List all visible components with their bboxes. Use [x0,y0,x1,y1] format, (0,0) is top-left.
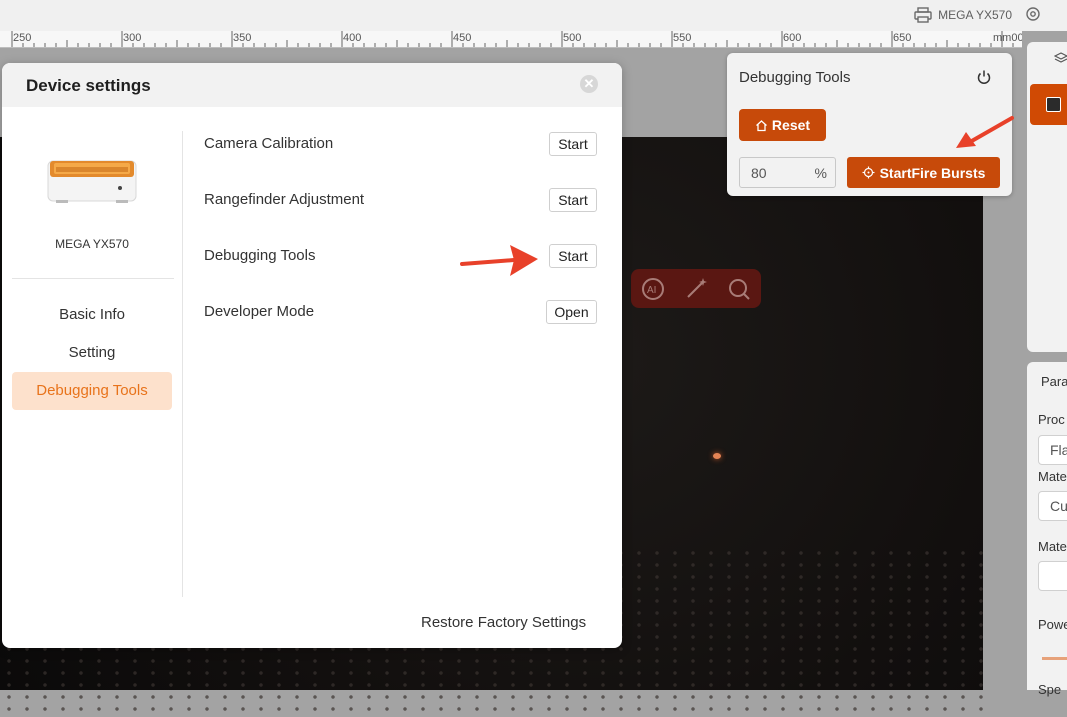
device-selector[interactable]: MEGA YX570 [914,5,1012,25]
ruler-label: 400 [343,32,362,44]
ruler-label: 550 [673,32,692,44]
reset-label: Reset [771,117,811,133]
annotation-arrow-icon [460,245,538,276]
crosshair-icon [862,166,875,179]
developer-mode-open-button[interactable]: Open [546,300,597,324]
debugging-tools-label: Debugging Tools [204,247,316,264]
device-settings-dialog: Device settings ✕ MEGA YX570 Basic Info … [2,63,622,648]
laser-machine-image [47,160,137,203]
fire-power-input[interactable]: 80 % [739,157,836,188]
camera-calibration-start-button[interactable]: Start [549,132,597,156]
device-name-label: MEGA YX570 [938,8,1012,22]
home-icon [755,119,767,131]
dialog-header: Device settings ✕ [2,63,622,107]
rangefinder-adjustment-label: Rangefinder Adjustment [204,191,365,208]
horizontal-ruler: 250 300 350 400 450 500 550 600 650 mm00 [0,31,1022,48]
top-bar: MEGA YX570 [0,0,1067,31]
layer-color-swatch [1046,97,1061,112]
process-select[interactable]: Fla [1038,435,1067,465]
nav-item-setting[interactable]: Setting [12,334,172,372]
ruler-label: 350 [233,32,252,44]
ruler-ticks [11,31,1014,47]
ruler-label: 500 [563,32,582,44]
close-icon[interactable]: ✕ [580,75,598,93]
annotation-arrow-icon [956,116,1014,148]
gear-icon[interactable] [1025,6,1041,22]
process-label: Proc [1038,412,1065,427]
material-thickness-input[interactable] [1038,561,1067,591]
ruler-label: 250 [13,32,32,44]
magic-wand-icon[interactable] [683,276,709,302]
reset-button[interactable]: Reset [739,109,826,141]
printer-icon [914,7,932,23]
fire-power-unit: % [814,165,827,181]
start-fire-bursts-button[interactable]: StartFire Bursts [847,157,1000,188]
start-fire-bursts-label: StartFire Bursts [879,164,986,181]
ruler-label: 300 [123,32,142,44]
restore-factory-settings-link[interactable]: Restore Factory Settings [421,614,586,631]
ruler-label: 600 [783,32,802,44]
layers-icon[interactable] [1054,52,1067,66]
material-label: Mate [1038,469,1067,484]
ai-toolbar: AI [631,269,761,308]
ruler-label: mm00 [993,32,1022,44]
laser-spot [713,453,721,459]
power-icon[interactable] [976,69,992,85]
debugging-tools-title: Debugging Tools [739,69,851,86]
power-label: Powe [1038,617,1067,632]
nav-item-basic-info[interactable]: Basic Info [12,296,172,334]
dialog-title: Device settings [26,76,151,95]
power-slider[interactable] [1042,657,1067,660]
developer-mode-label: Developer Mode [204,303,315,320]
search-icon[interactable] [726,276,752,302]
sidebar-divider [12,278,174,279]
rangefinder-start-button[interactable]: Start [549,188,597,212]
ruler-label: 650 [893,32,912,44]
svg-text:AI: AI [647,285,656,296]
material-select[interactable]: Cu [1038,491,1067,521]
ai-icon[interactable]: AI [640,276,666,302]
device-model-label: MEGA YX570 [55,237,129,251]
panel-tab-parameters[interactable]: Para [1041,374,1067,389]
camera-calibration-label: Camera Calibration [204,135,334,152]
ruler-label: 450 [453,32,472,44]
content-divider [182,131,183,597]
fire-power-value: 80 [751,165,767,181]
material-thickness-label: Mate [1038,539,1067,554]
nav-item-debugging-tools[interactable]: Debugging Tools [12,372,172,410]
debugging-tools-start-button[interactable]: Start [549,244,597,268]
